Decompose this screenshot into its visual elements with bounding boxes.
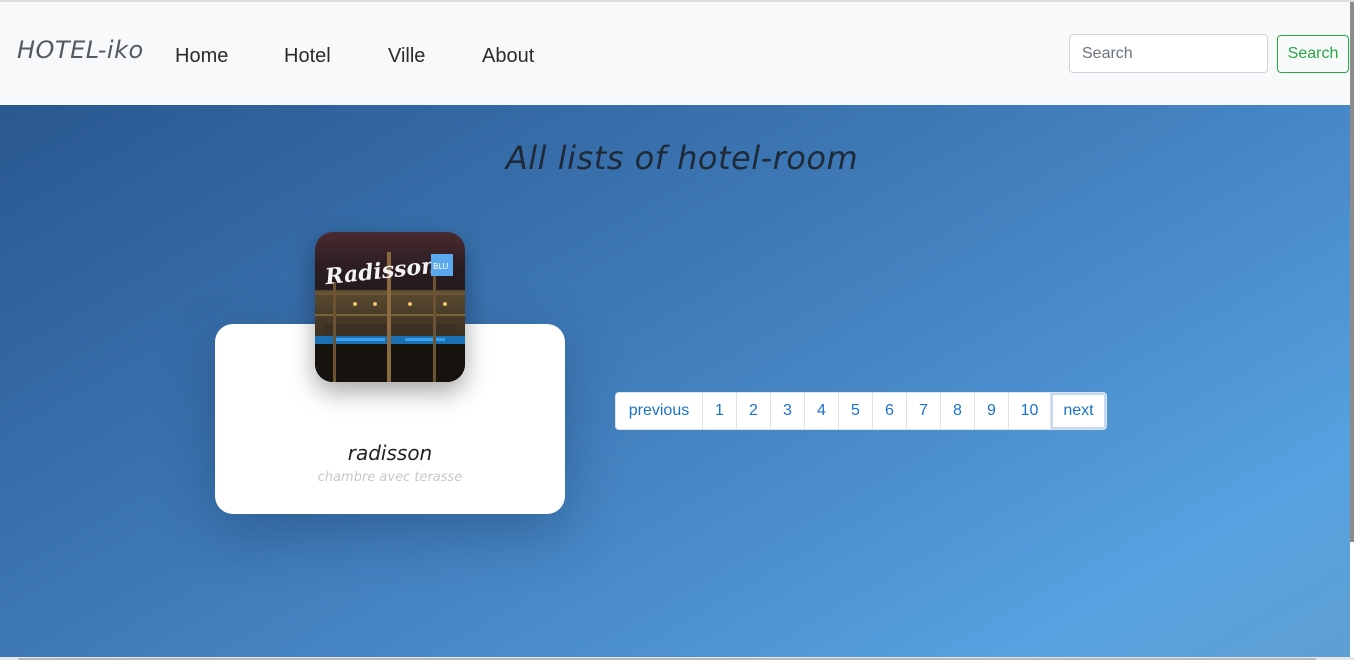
vertical-scrollbar[interactable] <box>1350 2 1354 542</box>
search-input[interactable] <box>1069 34 1268 73</box>
pagination-page-7[interactable]: 7 <box>906 393 940 429</box>
hotel-sign-badge: BLU <box>433 262 449 271</box>
hero-section: All lists of hotel-room radisson chambre… <box>0 105 1350 658</box>
pagination-page-2[interactable]: 2 <box>736 393 770 429</box>
hotel-image[interactable]: Radisson BLU <box>315 232 465 382</box>
page: HOTEL-iko Home Hotel Ville About Search … <box>0 0 1354 660</box>
pagination-page-9[interactable]: 9 <box>974 393 1008 429</box>
nav-about[interactable]: About <box>482 45 534 68</box>
search-button[interactable]: Search <box>1277 35 1349 73</box>
pagination-page-1[interactable]: 1 <box>702 393 736 429</box>
nav-ville[interactable]: Ville <box>388 45 425 68</box>
pagination-page-5[interactable]: 5 <box>838 393 872 429</box>
hotel-description: chambre avec terasse <box>317 470 463 485</box>
pagination-page-3[interactable]: 3 <box>770 393 804 429</box>
nav-home[interactable]: Home <box>175 45 228 68</box>
pagination-page-6[interactable]: 6 <box>872 393 906 429</box>
pagination-next[interactable]: next <box>1050 393 1106 429</box>
pagination-page-4[interactable]: 4 <box>804 393 838 429</box>
pagination-page-10[interactable]: 10 <box>1008 393 1050 429</box>
nav-hotel[interactable]: Hotel <box>284 45 331 68</box>
hotel-name: radisson <box>347 441 433 465</box>
pagination: previous 1 2 3 4 5 6 7 8 9 10 next <box>615 392 1107 430</box>
pagination-previous[interactable]: previous <box>616 393 702 429</box>
brand-logo[interactable]: HOTEL-iko <box>17 36 144 64</box>
navbar: HOTEL-iko Home Hotel Ville About Search <box>0 2 1350 105</box>
pagination-page-8[interactable]: 8 <box>940 393 974 429</box>
page-title: All lists of hotel-room <box>505 139 859 177</box>
